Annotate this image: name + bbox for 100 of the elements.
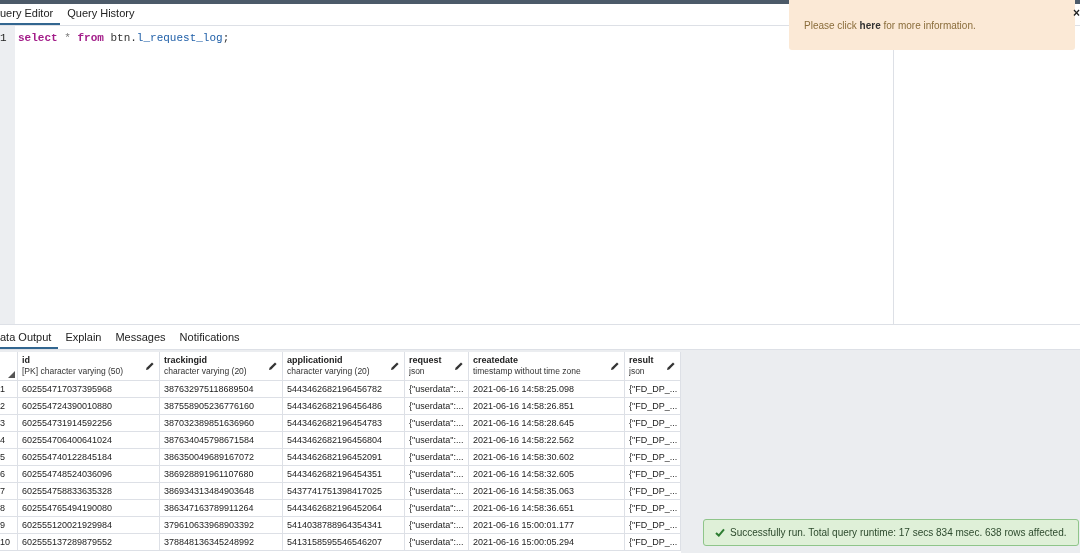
row-number: 10 bbox=[0, 534, 18, 550]
table-cell: 2021-06-16 15:00:01.177 bbox=[469, 517, 625, 533]
table-cell: 5443462682196452091 bbox=[283, 449, 405, 465]
row-number: 6 bbox=[0, 466, 18, 482]
table-cell: {"userdata":... bbox=[405, 466, 469, 482]
pencil-icon[interactable] bbox=[268, 361, 278, 371]
close-button[interactable]: × bbox=[1073, 7, 1080, 19]
table-cell: 2021-06-16 14:58:22.562 bbox=[469, 432, 625, 448]
column-header[interactable]: result json bbox=[625, 352, 681, 380]
table-cell: {"userdata":... bbox=[405, 517, 469, 533]
check-icon bbox=[715, 528, 725, 537]
row-number: 2 bbox=[0, 398, 18, 414]
column-header[interactable]: request json bbox=[405, 352, 469, 380]
column-type: json bbox=[629, 366, 646, 377]
table-cell: 387634045798671584 bbox=[160, 432, 283, 448]
table-cell: 5443462682196456804 bbox=[283, 432, 405, 448]
table-cell: {"FD_DP_... bbox=[625, 500, 681, 516]
table-cell: {"FD_DP_... bbox=[625, 517, 681, 533]
table-cell: 5413158595546546207 bbox=[283, 534, 405, 550]
table-cell: {"userdata":... bbox=[405, 500, 469, 516]
column-header[interactable]: id [PK] character varying (50) bbox=[18, 352, 160, 380]
table-cell: 602554740122845184 bbox=[18, 449, 160, 465]
table-cell: 5443462682196456486 bbox=[283, 398, 405, 414]
table-cell: 2021-06-16 14:58:32.605 bbox=[469, 466, 625, 482]
column-header[interactable]: trackingid character varying (20) bbox=[160, 352, 283, 380]
table-cell: {"FD_DP_... bbox=[625, 415, 681, 431]
table-cell: 602554758833635328 bbox=[18, 483, 160, 499]
table-cell: 602554724390010880 bbox=[18, 398, 160, 414]
row-number: 7 bbox=[0, 483, 18, 499]
table-cell: {"FD_DP_... bbox=[625, 466, 681, 482]
column-name: id bbox=[22, 355, 31, 366]
row-number: 5 bbox=[0, 449, 18, 465]
column-type: character varying (20) bbox=[287, 366, 370, 377]
table-cell: 602554717037395968 bbox=[18, 381, 160, 397]
row-number: 3 bbox=[0, 415, 18, 431]
table-cell: 379610633968903392 bbox=[160, 517, 283, 533]
table-cell: 602554765494190080 bbox=[18, 500, 160, 516]
row-number: 9 bbox=[0, 517, 18, 533]
row-number: 1 bbox=[0, 381, 18, 397]
table-cell: {"FD_DP_... bbox=[625, 483, 681, 499]
column-type: [PK] character varying (50) bbox=[22, 366, 124, 377]
pencil-icon[interactable] bbox=[610, 361, 620, 371]
column-name: applicationid bbox=[287, 355, 344, 366]
pencil-icon[interactable] bbox=[390, 361, 400, 371]
sort-icon bbox=[8, 371, 15, 378]
table-cell: {"FD_DP_... bbox=[625, 381, 681, 397]
table-cell: {"FD_DP_... bbox=[625, 534, 681, 550]
table-cell: 387558905236776160 bbox=[160, 398, 283, 414]
table-cell: 5437741751398417025 bbox=[283, 483, 405, 499]
column-type: character varying (20) bbox=[164, 366, 247, 377]
table-cell: 602554706400641024 bbox=[18, 432, 160, 448]
table-cell: {"userdata":... bbox=[405, 415, 469, 431]
table-cell: {"FD_DP_... bbox=[625, 432, 681, 448]
table-cell: 386934313484903648 bbox=[160, 483, 283, 499]
line-number: 1 bbox=[0, 31, 8, 45]
table-cell: 386350049689167072 bbox=[160, 449, 283, 465]
pencil-icon[interactable] bbox=[666, 361, 676, 371]
table-cell: 2021-06-16 14:58:35.063 bbox=[469, 483, 625, 499]
column-header[interactable]: createdate timestamp without time zone bbox=[469, 352, 625, 380]
pencil-icon[interactable] bbox=[454, 361, 464, 371]
column-type: json bbox=[409, 366, 426, 377]
table-cell: {"userdata":... bbox=[405, 449, 469, 465]
status-message: Successfully run. Total query runtime: 17 secs 834 msec. 638 rows affected. bbox=[730, 526, 1067, 540]
table-cell: 602555120021929984 bbox=[18, 517, 160, 533]
table-cell: {"userdata":... bbox=[405, 381, 469, 397]
table-cell: {"userdata":... bbox=[405, 398, 469, 414]
table-cell: 387032389851636960 bbox=[160, 415, 283, 431]
table-cell: 2021-06-16 14:58:30.602 bbox=[469, 449, 625, 465]
table-cell: 602555137289879552 bbox=[18, 534, 160, 550]
table-cell: 2021-06-16 14:58:36.651 bbox=[469, 500, 625, 516]
column-name: trackingid bbox=[164, 355, 208, 366]
table-cell: {"userdata":... bbox=[405, 534, 469, 550]
table-cell: 5414038788964354341 bbox=[283, 517, 405, 533]
output-tab[interactable]: Explain bbox=[58, 328, 109, 349]
column-header[interactable]: applicationid character varying (20) bbox=[283, 352, 405, 380]
table-cell: {"FD_DP_... bbox=[625, 449, 681, 465]
table-cell: 386347163789911264 bbox=[160, 500, 283, 516]
row-number: 4 bbox=[0, 432, 18, 448]
table-cell: {"userdata":... bbox=[405, 432, 469, 448]
table-cell: {"userdata":... bbox=[405, 483, 469, 499]
column-type: timestamp without time zone bbox=[473, 366, 581, 377]
output-tab[interactable]: Notifications bbox=[172, 328, 247, 349]
table-cell: 2021-06-16 15:00:05.294 bbox=[469, 534, 625, 550]
table-cell: 5443462682196454783 bbox=[283, 415, 405, 431]
table-cell: 2021-06-16 14:58:28.645 bbox=[469, 415, 625, 431]
table-cell: 5443462682196454351 bbox=[283, 466, 405, 482]
column-name: request bbox=[409, 355, 442, 366]
notification-message: Please click here for more information. bbox=[804, 18, 976, 33]
column-name: createdate bbox=[473, 355, 520, 366]
table-cell: 2021-06-16 14:58:26.851 bbox=[469, 398, 625, 414]
output-tab[interactable]: Messages bbox=[108, 328, 173, 349]
row-number: 8 bbox=[0, 500, 18, 516]
table-cell: 378848136345248992 bbox=[160, 534, 283, 550]
editor-tab[interactable]: Query History bbox=[60, 4, 142, 25]
table-cell: 5443462682196452064 bbox=[283, 500, 405, 516]
table-cell: 5443462682196456782 bbox=[283, 381, 405, 397]
column-name: result bbox=[629, 355, 654, 366]
table-cell: 602554731914592256 bbox=[18, 415, 160, 431]
table-cell: 602554748524036096 bbox=[18, 466, 160, 482]
pencil-icon[interactable] bbox=[145, 361, 155, 371]
